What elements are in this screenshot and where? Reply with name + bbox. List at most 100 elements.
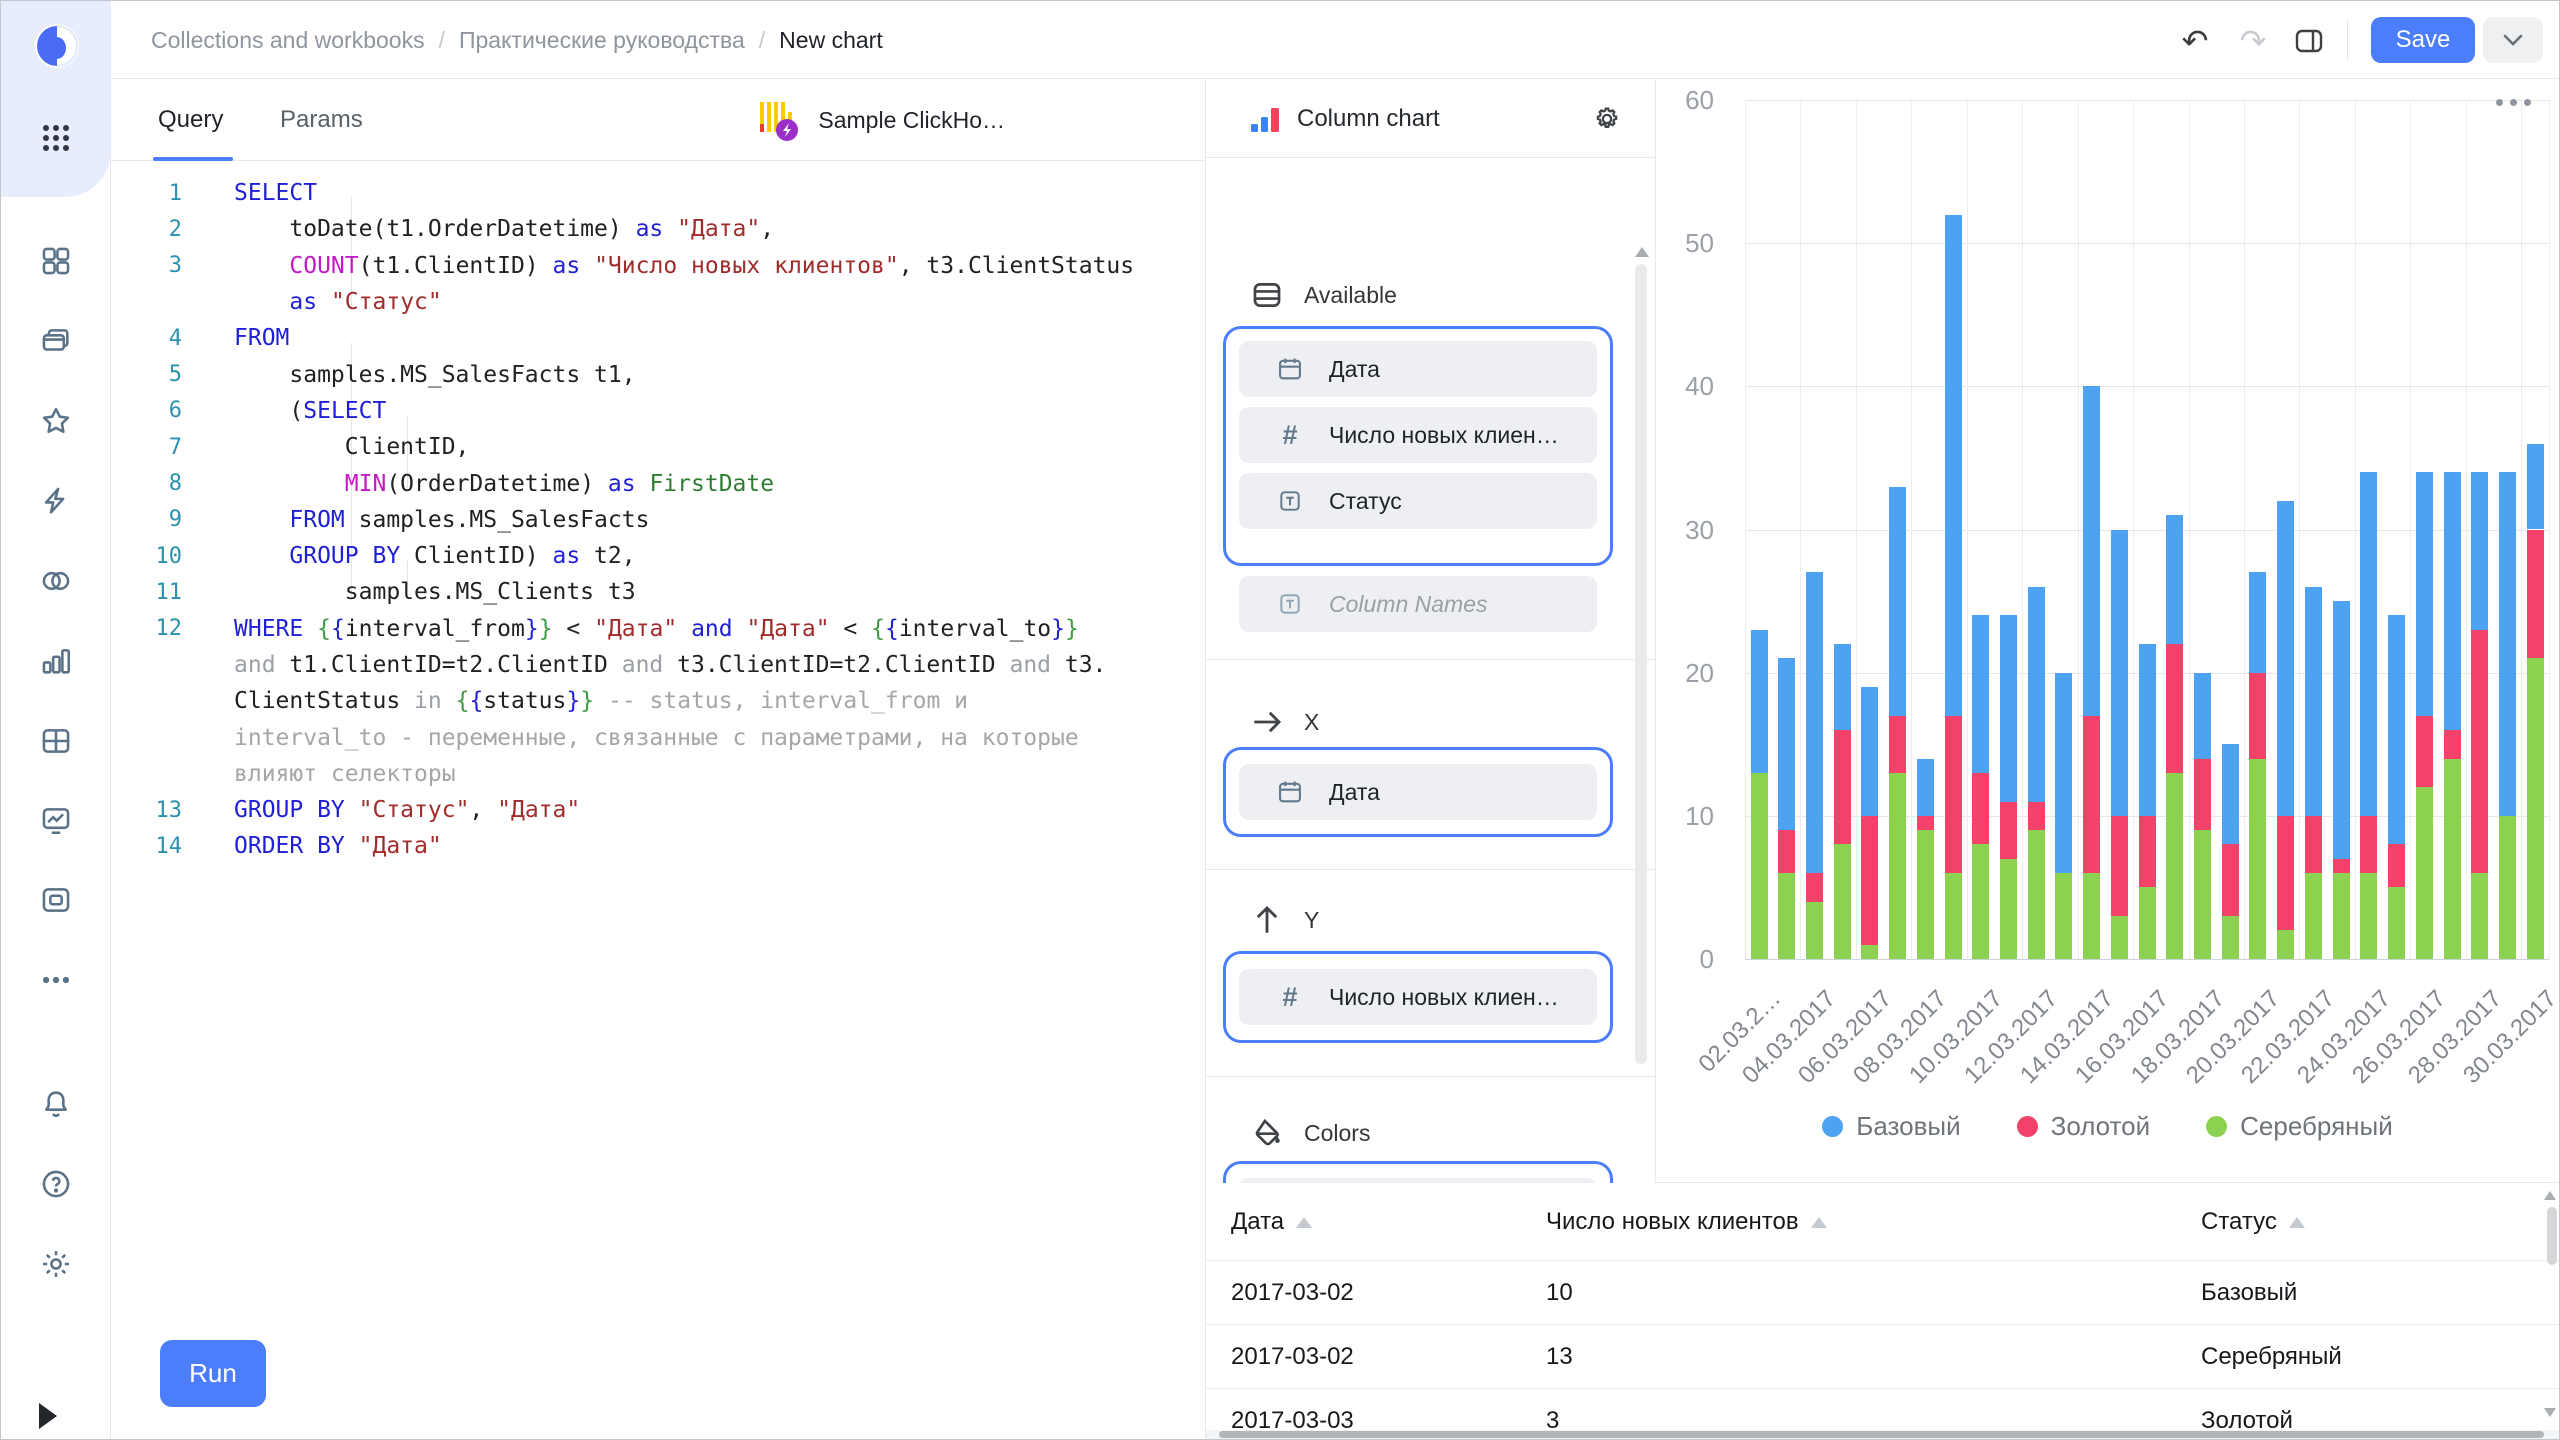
y-field-chip[interactable]: # Число новых клиен… xyxy=(1239,969,1597,1025)
breadcrumb-item[interactable]: Практические руководства xyxy=(459,27,745,54)
bar-segment-Серебряный[interactable] xyxy=(2000,859,2017,959)
notifications-bell-icon[interactable] xyxy=(38,1086,74,1122)
bar-segment-Базовый[interactable] xyxy=(2360,472,2377,816)
bar-segment-Серебряный[interactable] xyxy=(1972,844,1989,959)
bar-segment-Базовый[interactable] xyxy=(2166,515,2183,644)
bar-segment-Серебряный[interactable] xyxy=(2194,830,2211,959)
tab-query[interactable]: Query xyxy=(158,79,223,161)
bar-segment-Серебряный[interactable] xyxy=(2499,816,2516,959)
field-chip-placeholder[interactable]: Column Names xyxy=(1239,576,1597,632)
bar-segment-Золотой[interactable] xyxy=(2305,816,2322,873)
bar-segment-Золотой[interactable] xyxy=(2388,844,2405,887)
bar-segment-Золотой[interactable] xyxy=(1806,873,1823,902)
sidebar-item-datasets[interactable] xyxy=(38,563,74,599)
table-scroll-up-icon[interactable] xyxy=(2544,1191,2556,1200)
sidebar-item-more-icon[interactable] xyxy=(38,962,74,998)
bar-segment-Серебряный[interactable] xyxy=(2444,759,2461,959)
bar-segment-Золотой[interactable] xyxy=(2471,630,2488,873)
bar-segment-Серебряный[interactable] xyxy=(1889,773,1906,959)
sidebar-expand-arrow[interactable] xyxy=(39,1403,57,1429)
sidebar-item-workbooks[interactable] xyxy=(38,243,74,279)
bar-segment-Базовый[interactable] xyxy=(2305,587,2322,816)
bar-segment-Базовый[interactable] xyxy=(1889,487,1906,716)
bar-segment-Золотой[interactable] xyxy=(2444,730,2461,759)
bar-segment-Золотой[interactable] xyxy=(1778,830,1795,873)
bar-segment-Золотой[interactable] xyxy=(1889,716,1906,773)
bar-segment-Базовый[interactable] xyxy=(1917,759,1934,816)
bar-segment-Базовый[interactable] xyxy=(2416,472,2433,715)
bar-segment-Серебряный[interactable] xyxy=(2471,873,2488,959)
bar-segment-Золотой[interactable] xyxy=(2416,716,2433,788)
bar-segment-Базовый[interactable] xyxy=(1778,658,1795,830)
bar-segment-Базовый[interactable] xyxy=(1806,572,1823,873)
bar-segment-Золотой[interactable] xyxy=(1945,716,1962,873)
bar-segment-Базовый[interactable] xyxy=(2139,644,2156,816)
bar-segment-Базовый[interactable] xyxy=(2028,587,2045,802)
bar-segment-Золотой[interactable] xyxy=(1972,773,1989,845)
bar-segment-Золотой[interactable] xyxy=(2222,844,2239,916)
column-header-date[interactable]: Дата xyxy=(1231,1183,1312,1261)
bar-segment-Серебряный[interactable] xyxy=(2388,887,2405,959)
legend-item-Серебряный[interactable]: Серебряный xyxy=(2206,1111,2393,1142)
field-chip-status[interactable]: Статус xyxy=(1239,473,1597,529)
bar-segment-Золотой[interactable] xyxy=(2028,802,2045,831)
sidebar-item-tables[interactable] xyxy=(38,723,74,759)
bar-segment-Серебряный[interactable] xyxy=(1861,945,1878,959)
chart-settings-gear-icon[interactable] xyxy=(1591,103,1623,135)
bar-segment-Серебряный[interactable] xyxy=(1917,830,1934,959)
table-row[interactable]: 2017-03-0213Серебряный xyxy=(1206,1325,2559,1389)
sidebar-item-dashboards[interactable] xyxy=(38,802,74,838)
table-horizontal-scrollbar[interactable] xyxy=(1219,1431,2544,1438)
bar-segment-Золотой[interactable] xyxy=(2194,759,2211,831)
bar-segment-Золотой[interactable] xyxy=(2111,816,2128,916)
chart-type-label[interactable]: Column chart xyxy=(1297,79,1440,158)
bar-segment-Серебряный[interactable] xyxy=(2527,658,2544,959)
bar-segment-Золотой[interactable] xyxy=(2249,673,2266,759)
bar-segment-Серебряный[interactable] xyxy=(2222,916,2239,959)
bar-segment-Золотой[interactable] xyxy=(2139,816,2156,888)
field-chip-data[interactable]: Дата xyxy=(1239,341,1597,397)
bar-segment-Базовый[interactable] xyxy=(2444,472,2461,730)
breadcrumb-item[interactable]: Collections and workbooks xyxy=(151,27,425,54)
bar-segment-Золотой[interactable] xyxy=(2333,859,2350,873)
bar-segment-Базовый[interactable] xyxy=(2277,501,2294,816)
bar-segment-Серебряный[interactable] xyxy=(1945,873,1962,959)
bar-segment-Базовый[interactable] xyxy=(2333,601,2350,859)
table-row[interactable]: 2017-03-0210Базовый xyxy=(1206,1261,2559,1325)
bar-segment-Серебряный[interactable] xyxy=(2416,787,2433,959)
apps-grid-icon[interactable] xyxy=(38,120,74,156)
legend-item-Золотой[interactable]: Золотой xyxy=(2017,1111,2151,1142)
sidebar-item-connections[interactable] xyxy=(38,483,74,519)
bar-segment-Серебряный[interactable] xyxy=(1834,844,1851,959)
bar-segment-Базовый[interactable] xyxy=(2471,472,2488,629)
bar-segment-Серебряный[interactable] xyxy=(2083,873,2100,959)
bar-segment-Золотой[interactable] xyxy=(1861,816,1878,945)
bar-segment-Базовый[interactable] xyxy=(2222,744,2239,844)
bar-segment-Серебряный[interactable] xyxy=(2111,916,2128,959)
bar-segment-Базовый[interactable] xyxy=(2249,572,2266,672)
bar-segment-Золотой[interactable] xyxy=(2000,802,2017,859)
bar-segment-Серебряный[interactable] xyxy=(2249,759,2266,959)
table-scroll-down-icon[interactable] xyxy=(2544,1408,2556,1417)
bar-segment-Золотой[interactable] xyxy=(2083,716,2100,873)
bar-segment-Базовый[interactable] xyxy=(2111,530,2128,816)
bar-segment-Серебряный[interactable] xyxy=(2277,930,2294,959)
sidebar-item-favorites[interactable] xyxy=(38,403,74,439)
connection-selector[interactable]: Sample ClickHo… xyxy=(758,79,1005,161)
bar-segment-Серебряный[interactable] xyxy=(2055,873,2072,959)
panel-scroll-up-icon[interactable] xyxy=(1635,247,1649,257)
bar-segment-Серебряный[interactable] xyxy=(1751,773,1768,959)
bar-segment-Базовый[interactable] xyxy=(1972,615,1989,772)
bar-segment-Серебряный[interactable] xyxy=(1778,873,1795,959)
sidebar-item-storage[interactable] xyxy=(38,882,74,918)
bar-segment-Серебряный[interactable] xyxy=(2166,773,2183,959)
chart-menu-icon[interactable] xyxy=(2496,99,2531,106)
bar-segment-Золотой[interactable] xyxy=(2527,530,2544,659)
bar-segment-Базовый[interactable] xyxy=(2083,386,2100,715)
bar-segment-Базовый[interactable] xyxy=(2194,673,2211,759)
bar-segment-Базовый[interactable] xyxy=(1945,215,1962,716)
field-chip-new-clients[interactable]: # Число новых клиен… xyxy=(1239,407,1597,463)
settings-gear-icon[interactable] xyxy=(38,1246,74,1282)
bar-segment-Серебряный[interactable] xyxy=(2028,830,2045,959)
undo-icon[interactable]: ↶ xyxy=(2177,23,2213,59)
